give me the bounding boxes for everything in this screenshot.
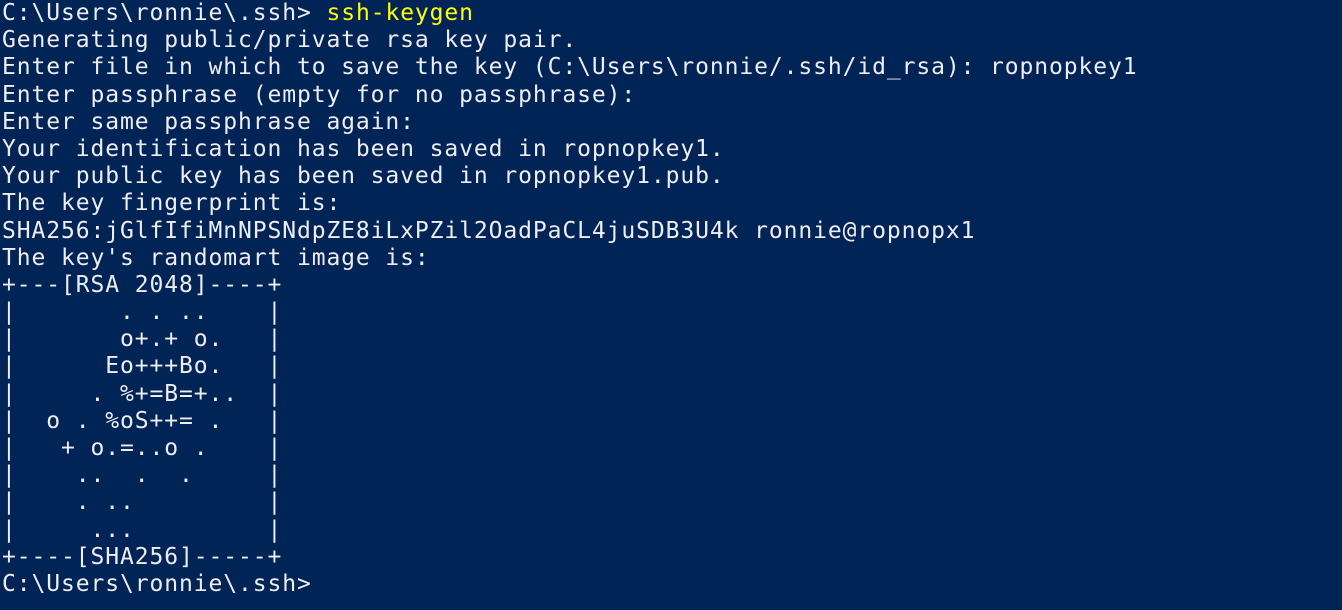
fingerprint-line: SHA256:jGlfIfiMnNPSNdpZE8iLxPZil2OadPaCL…: [2, 217, 976, 244]
randomart-line: | .. . . |: [2, 462, 283, 489]
output-line: Enter file in which to save the key (C:\…: [2, 54, 1138, 81]
randomart-line: | o+.+ o. |: [2, 326, 283, 353]
randomart-line: | o . %oS++= . |: [2, 407, 283, 434]
output-line: The key's randomart image is:: [2, 244, 430, 271]
output-line: Enter same passphrase again:: [2, 108, 415, 135]
output-line: Generating public/private rsa key pair.: [2, 27, 578, 54]
randomart-line: | . .. |: [2, 489, 283, 516]
randomart-line: +---[RSA 2048]----+: [2, 271, 283, 298]
prompt: C:\Users\ronnie\.ssh>: [2, 0, 327, 26]
randomart-line: | ... |: [2, 516, 283, 543]
output-line: The key fingerprint is:: [2, 190, 342, 217]
output-line: Enter passphrase (empty for no passphras…: [2, 81, 637, 108]
randomart-line: | + o.=..o . |: [2, 435, 283, 461]
command-line: C:\Users\ronnie\.ssh> ssh-keygen: [2, 0, 1342, 27]
output-line: Your public key has been saved in ropnop…: [2, 163, 725, 190]
randomart-line: +----[SHA256]-----+: [2, 543, 283, 570]
command: ssh-keygen: [326, 0, 474, 26]
randomart-line: | . %+=B=+.. |: [2, 380, 283, 407]
output-line: Your identification has been saved in ro…: [2, 135, 725, 162]
randomart-line: | . . .. |: [2, 299, 283, 326]
final-prompt[interactable]: C:\Users\ronnie\.ssh>: [2, 571, 1342, 598]
terminal-window[interactable]: C:\Users\ronnie\.ssh> ssh-keygen Generat…: [0, 0, 1342, 610]
randomart-line: | Eo+++Bo. |: [2, 353, 283, 380]
